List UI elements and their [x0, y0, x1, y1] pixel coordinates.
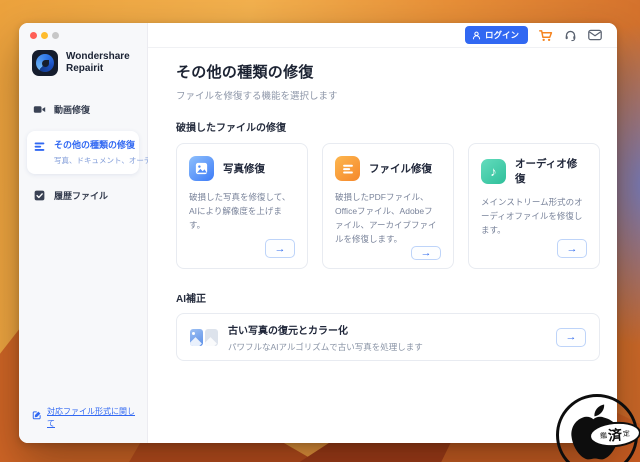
repairit-app-window: Wondershare Repairit 動画修復 その他の種類の修復 写真、ド… — [19, 23, 617, 443]
card-title: 写真修復 — [223, 163, 265, 175]
zoom-window-button[interactable] — [52, 32, 59, 39]
arrow-right-icon: → — [274, 242, 286, 255]
card-old-photo-restore[interactable]: 古い写真の復元とカラー化 パワフルなAIアルゴリズムで古い写真を処理します → — [176, 313, 600, 361]
card-header: 写真修復 — [189, 156, 295, 181]
stamp-char-right: 定 — [622, 430, 631, 438]
login-label: ログイン — [484, 30, 519, 40]
brand-name: Wondershare Repairit — [66, 51, 130, 76]
card-header: ♪ オーディオ修復 — [481, 156, 587, 186]
document-lines-icon — [335, 156, 360, 181]
site-watermark: 鑑 済 定 — [556, 394, 640, 462]
file-repair-go-button[interactable]: → — [411, 246, 441, 261]
supported-formats-link[interactable]: 対応ファイル形式に関して — [47, 406, 139, 430]
audio-repair-go-button[interactable]: → — [557, 239, 587, 258]
sidebar-nav: 動画修復 その他の種類の修復 写真、ドキュメント、オーディ… 履歴ファイル — [19, 95, 166, 210]
page-title: その他の種類の修復 — [176, 64, 314, 81]
content-area: その他の種類の修復 ファイルを修復する機能を選択します 破損したファイルの修復 … — [148, 48, 617, 361]
cart-icon[interactable] — [539, 29, 553, 42]
stamp-char-center: 済 — [607, 425, 623, 444]
brand-line2: Repairit — [66, 63, 104, 74]
old-photo-restore-go-button[interactable]: → — [556, 327, 586, 347]
sidebar-item-history-files[interactable]: 履歴ファイル — [27, 181, 139, 210]
sidebar: Wondershare Repairit 動画修復 その他の種類の修復 写真、ド… — [19, 23, 166, 443]
card-description: 破損したPDFファイル、Officeファイル、Adobeファイル、アーカイブファ… — [335, 192, 437, 245]
before-after-photos-icon — [190, 328, 218, 346]
arrow-right-icon: → — [565, 331, 577, 343]
photo-repair-go-button[interactable]: → — [265, 239, 295, 258]
sidebar-footer: 対応ファイル形式に関して — [19, 406, 147, 443]
compose-link-icon — [32, 407, 42, 425]
section-damaged-files-label: 破損したファイルの修復 — [176, 123, 286, 134]
ai-card-title: 古い写真の復元とカラー化 — [228, 325, 348, 337]
arrow-right-icon: → — [420, 247, 432, 260]
minimize-window-button[interactable] — [41, 32, 48, 39]
list-lines-icon — [33, 140, 46, 153]
ai-card-text: 古い写真の復元とカラー化 パワフルなAIアルゴリズムで古い写真を処理します — [228, 322, 423, 353]
card-title: オーディオ修復 — [515, 158, 578, 185]
card-header: ファイル修復 — [335, 156, 441, 181]
arrow-right-icon: → — [566, 242, 578, 255]
card-audio-repair[interactable]: ♪ オーディオ修復 メインストリーム形式のオーディオファイルを修復します。 → — [468, 143, 600, 269]
sidebar-item-label: 履歴ファイル — [54, 191, 109, 201]
login-button[interactable]: ログイン — [464, 26, 528, 44]
window-controls — [19, 23, 147, 39]
stamp-char-left: 鑑 — [599, 432, 608, 440]
card-file-repair[interactable]: ファイル修復 破損したPDFファイル、Officeファイル、Adobeファイル、… — [322, 143, 454, 269]
sidebar-item-video-repair[interactable]: 動画修復 — [27, 95, 139, 124]
card-photo-repair[interactable]: 写真修復 破損した写真を修復して、AIにより解像度を上げます。 → — [176, 143, 308, 269]
section-ai-label: AI補正 — [176, 294, 206, 305]
user-icon — [472, 31, 481, 40]
card-title: ファイル修復 — [369, 163, 432, 175]
photo-thumb-gray — [205, 328, 218, 346]
ai-card-description: パワフルなAIアルゴリズムで古い写真を処理します — [228, 341, 423, 352]
mail-icon[interactable] — [588, 29, 602, 41]
brand-line1: Wondershare — [66, 50, 130, 62]
music-note-glyph: ♪ — [490, 163, 497, 179]
topbar: ログイン — [148, 23, 617, 48]
app-brand: Wondershare Repairit — [19, 39, 147, 76]
file-check-icon — [33, 189, 46, 202]
sidebar-item-other-repair[interactable]: その他の種類の修復 写真、ドキュメント、オーディ… — [27, 131, 166, 174]
card-description: 破損した写真を修復して、AIにより解像度を上げます。 — [189, 192, 291, 231]
repair-cards-row: 写真修復 破損した写真を修復して、AIにより解像度を上げます。 → ファイル修復 — [176, 143, 600, 269]
main-panel: ログイン その他の種類の修復 ファイルを修復する機能を選択します 破損したファイ… — [148, 23, 617, 443]
support-headset-icon[interactable] — [564, 29, 577, 42]
card-description: メインストリーム形式のオーディオファイルを修復します。 — [481, 197, 583, 236]
video-camera-icon — [33, 103, 46, 116]
repairit-logo-icon — [32, 50, 58, 76]
photo-image-icon — [189, 156, 214, 181]
page-subtitle: ファイルを修復する機能を選択します — [176, 91, 338, 102]
sidebar-item-label: 動画修復 — [54, 105, 91, 115]
music-note-icon: ♪ — [481, 158, 506, 184]
close-window-button[interactable] — [30, 32, 37, 39]
photo-thumb-blue — [190, 328, 203, 346]
